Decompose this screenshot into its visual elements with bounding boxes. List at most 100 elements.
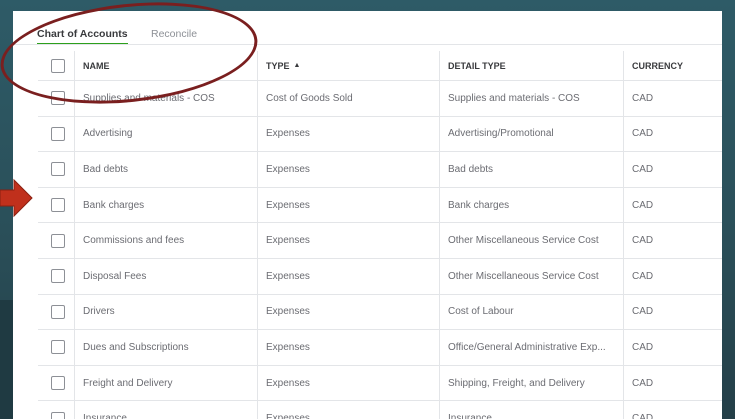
table-row[interactable]: Drivers Expenses Cost of Labour CAD [38,294,722,331]
currency-cell: CAD [624,401,722,419]
detail-type: Cost of Labour [448,306,514,318]
account-type: Expenses [266,163,310,175]
account-name: Insurance [83,413,127,419]
currency-cell: CAD [624,81,722,116]
account-type: Expenses [266,377,310,389]
detail-type-cell: Other Miscellaneous Service Cost [440,223,624,258]
sort-up-icon: ▲ [293,62,301,69]
account-name: Bad debts [83,163,129,175]
account-name-cell[interactable]: Supplies and materials - COS [75,81,258,116]
currency: CAD [632,270,654,282]
row-checkbox[interactable] [51,91,65,106]
account-name: Commissions and fees [83,235,185,247]
currency: CAD [632,306,654,318]
row-checkbox[interactable] [51,269,65,284]
row-checkbox[interactable] [51,304,65,319]
column-header-name[interactable]: NAME [75,51,258,80]
currency: CAD [632,341,654,353]
account-name: Advertising [83,128,133,140]
account-name-cell[interactable]: Bad debts [75,152,258,187]
account-type-cell: Expenses [258,259,440,294]
tab-divider [13,44,722,45]
row-checkbox-cell [38,294,75,330]
currency-cell: CAD [624,152,722,187]
detail-type-cell: Bank charges [440,187,624,223]
account-name-cell[interactable]: Bank charges [75,187,258,223]
tab-bar: Chart of Accounts Reconcile [13,11,722,49]
account-name-cell[interactable]: Insurance [75,401,258,419]
account-type-cell: Expenses [258,330,440,365]
row-checkbox-cell [38,259,75,294]
table-row[interactable]: Disposal Fees Expenses Other Miscellaneous… [38,259,722,295]
row-checkbox[interactable] [51,233,65,248]
currency-cell: CAD [624,330,722,365]
account-name-cell[interactable]: Disposal Fees [75,259,258,294]
column-header-name-label: NAME [83,60,110,71]
column-header-detail-type-label: DETAIL TYPE [448,60,506,71]
account-name-cell[interactable]: Drivers [75,294,258,330]
row-checkbox-cell [38,223,75,258]
detail-type: Advertising/Promotional [448,128,554,140]
account-name-cell[interactable]: Dues and Subscriptions [75,330,258,365]
account-type-cell: Expenses [258,294,440,330]
account-name-cell[interactable]: Freight and Delivery [75,365,258,401]
table-row[interactable]: Bad debts Expenses Bad debts CAD [38,152,722,188]
account-type: Expenses [266,413,310,419]
currency: CAD [632,128,654,140]
currency-cell: CAD [624,295,722,330]
currency: CAD [632,92,654,104]
table-row[interactable]: Advertising Expenses Advertising/Promotion… [38,116,722,153]
row-checkbox-cell [38,401,75,419]
row-checkbox-cell [38,330,75,365]
row-checkbox[interactable] [51,411,65,419]
tab-chart-of-accounts[interactable]: Chart of Accounts [37,28,128,45]
table-row[interactable]: Dues and Subscriptions Expenses Office/Gen… [38,330,722,366]
row-checkbox[interactable] [51,126,65,141]
account-name: Disposal Fees [83,270,147,282]
detail-type: Insurance [448,413,492,419]
detail-type: Supplies and materials - COS [448,92,580,104]
row-checkbox-cell [38,116,75,152]
row-checkbox[interactable] [51,376,65,391]
detail-type: Other Miscellaneous Service Cost [448,270,599,282]
account-type: Expenses [266,235,310,247]
table-row[interactable]: Supplies and materials - COS Cost of Good… [38,81,722,117]
column-header-detail-type[interactable]: DETAIL TYPE [440,51,624,80]
currency-cell: CAD [624,223,722,258]
row-checkbox[interactable] [51,340,65,355]
row-checkbox[interactable] [51,198,65,213]
row-checkbox-cell [38,187,75,223]
account-type: Expenses [266,306,310,318]
account-type-cell: Expenses [258,116,440,152]
table-row[interactable]: Bank charges Expenses Bank charges CAD [38,187,722,224]
account-type: Cost of Goods Sold [266,92,353,104]
row-checkbox[interactable] [51,162,65,177]
currency: CAD [632,377,654,389]
account-type-cell: Expenses [258,365,440,401]
account-name-cell[interactable]: Commissions and fees [75,223,258,258]
currency-cell: CAD [624,259,722,294]
column-header-currency[interactable]: CURRENCY [624,51,722,80]
table-row[interactable]: Commissions and fees Expenses Other Miscel… [38,223,722,259]
currency-cell: CAD [624,188,722,223]
tab-reconcile[interactable]: Reconcile [151,28,197,40]
account-type: Expenses [266,128,310,140]
detail-type-cell: Office/General Administrative Exp... [440,330,624,365]
account-type-cell: Expenses [258,152,440,187]
row-checkbox-cell [38,152,75,187]
detail-type: Other Miscellaneous Service Cost [448,235,599,247]
currency: CAD [632,235,654,247]
currency: CAD [632,163,654,175]
account-name-cell[interactable]: Advertising [75,116,258,152]
detail-type: Bank charges [448,199,510,211]
row-checkbox-cell [38,81,75,116]
currency-cell: CAD [624,117,722,152]
table-row[interactable]: Insurance Expenses Insurance CAD [38,401,722,419]
account-type-cell: Expenses [258,223,440,258]
select-all-checkbox[interactable] [51,58,65,73]
column-header-type[interactable]: TYPE ▲ [258,51,440,80]
account-type: Expenses [266,341,310,353]
table-row[interactable]: Freight and Delivery Expenses Shipping, Fr… [38,365,722,402]
detail-type: Bad debts [448,163,494,175]
account-name: Bank charges [83,199,145,211]
